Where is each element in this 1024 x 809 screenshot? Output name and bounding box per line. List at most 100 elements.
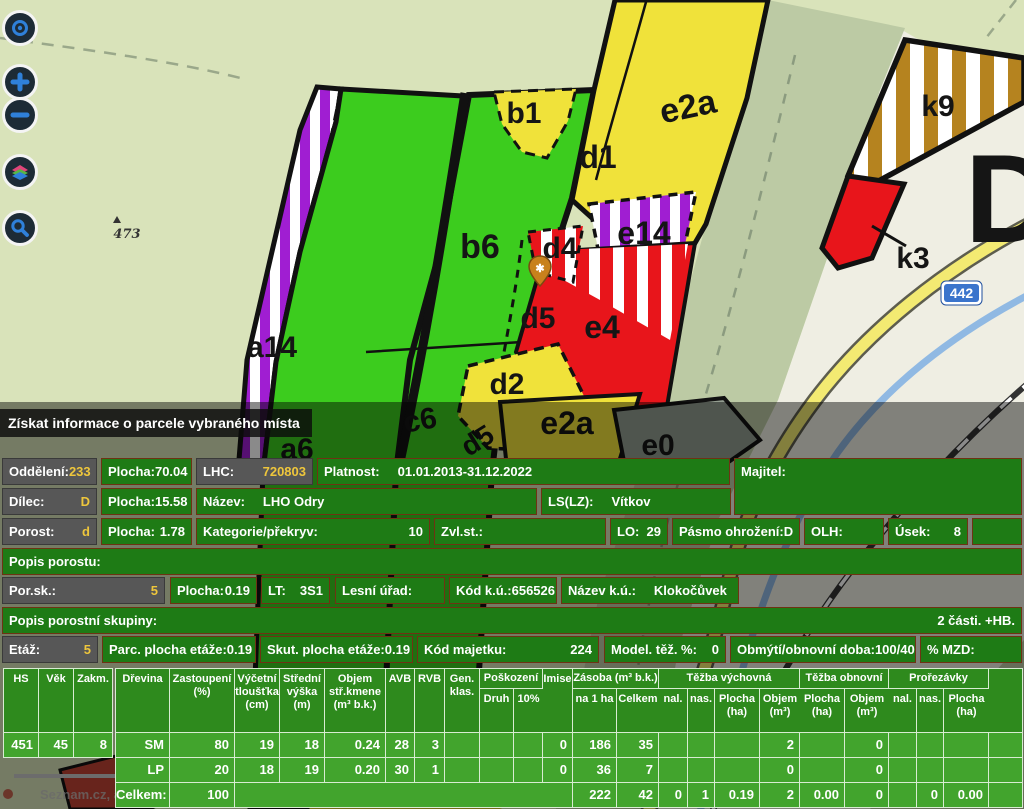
data-cell bbox=[800, 758, 845, 783]
field-porsk: Por.sk.: 5 bbox=[2, 577, 165, 604]
zoom-in-button[interactable] bbox=[2, 64, 38, 100]
data-cell: 0 bbox=[543, 758, 573, 783]
data-cell: 0 bbox=[845, 733, 889, 758]
field-oddeleni: Oddělení: 233 bbox=[2, 458, 97, 485]
info-tooltip: Získat informace o parcele vybraného mís… bbox=[0, 409, 312, 437]
column-header: Věk bbox=[39, 669, 74, 733]
field-filler bbox=[972, 518, 1022, 545]
field-platnost: Platnost: 01.01.2013-31.12.2022 bbox=[317, 458, 730, 485]
data-cell: 80 bbox=[170, 733, 235, 758]
field-lhc: LHC: 720803 bbox=[196, 458, 313, 485]
field-porost: Porost: d bbox=[2, 518, 97, 545]
column-subheader: na 1 ha bbox=[573, 689, 617, 732]
data-cell: 8 bbox=[74, 733, 113, 758]
field-obmyti: Obmýtí/obnovní doba: 100/40 bbox=[730, 636, 916, 663]
field-nazev-ku: Název k.ú.: Klokočůvek bbox=[561, 577, 739, 604]
column-subheader: Objem (m³) bbox=[845, 689, 889, 732]
field-plocha-porost: Plocha: 1.78 bbox=[101, 518, 192, 545]
column-header: HS bbox=[4, 669, 39, 733]
data-cell bbox=[989, 733, 1023, 758]
field-kod-ku: Kód k.ú.: 656526 bbox=[449, 577, 557, 604]
footer-cell bbox=[989, 783, 1023, 808]
column-group: PoškozeníDruh10% bbox=[480, 669, 543, 733]
search-button[interactable] bbox=[2, 210, 38, 246]
data-cell: 28 bbox=[386, 733, 415, 758]
field-plocha-dilec: Plocha: 15.58 bbox=[101, 488, 192, 515]
group-header: Těžba výchovná bbox=[659, 669, 799, 689]
column-header: AVB bbox=[386, 669, 415, 733]
field-etaz: Etáž: 5 bbox=[2, 636, 98, 663]
footer-cell: Celkem: bbox=[116, 783, 170, 808]
data-cell bbox=[480, 758, 514, 783]
column-header: Dřevina bbox=[116, 669, 170, 733]
data-cell: 7 bbox=[617, 758, 659, 783]
field-lesni-urad: Lesní úřad: bbox=[335, 577, 445, 604]
column-group: Těžba výchovnánal.nas.Plocha (ha)Objem (… bbox=[659, 669, 800, 733]
column-header: Gen. klas. bbox=[445, 669, 480, 733]
data-cell bbox=[659, 733, 688, 758]
column-header: Zastoupení (%) bbox=[170, 669, 235, 733]
field-plocha-oddeleni: Plocha: 70.04 bbox=[101, 458, 192, 485]
data-cell: 45 bbox=[39, 733, 74, 758]
column-header: Zakm. bbox=[74, 669, 113, 733]
column-subheader: nal. bbox=[659, 689, 688, 732]
column-header bbox=[989, 669, 1023, 733]
field-skut-plocha: Skut. plocha etáže: 0.19 bbox=[260, 636, 413, 663]
data-cell: 18 bbox=[235, 758, 280, 783]
data-cell: 35 bbox=[617, 733, 659, 758]
column-group: Zásoba (m³ b.k.)na 1 haCelkem bbox=[573, 669, 659, 733]
data-cell: 1 bbox=[415, 758, 445, 783]
field-lt: LT: 3S1 bbox=[261, 577, 330, 604]
species-row: LP2018190.20301036700 bbox=[116, 758, 1023, 783]
field-parc-plocha: Parc. plocha etáže: 0.19 bbox=[102, 636, 256, 663]
field-popis-skupiny: Popis porostní skupiny: 2 části. +HB. bbox=[2, 607, 1022, 634]
field-dilec: Dílec: D bbox=[2, 488, 97, 515]
data-cell bbox=[480, 733, 514, 758]
data-cell bbox=[917, 758, 944, 783]
data-cell bbox=[514, 733, 543, 758]
stand-summary-table: HSVěkZakm.451458 bbox=[3, 668, 113, 758]
species-detail-table: DřevinaZastoupení (%)Výčetní tloušťka (c… bbox=[115, 668, 1023, 808]
locate-button[interactable] bbox=[2, 10, 38, 46]
data-cell: 20 bbox=[170, 758, 235, 783]
field-pasmo: Pásmo ohrožení: D bbox=[672, 518, 800, 545]
layers-icon bbox=[9, 161, 31, 183]
data-cell: 19 bbox=[280, 758, 325, 783]
data-cell bbox=[944, 733, 989, 758]
footer-cell: 2 bbox=[760, 783, 800, 808]
column-header: Výčetní tloušťka (cm) bbox=[235, 669, 280, 733]
footer-cell bbox=[235, 783, 573, 808]
data-cell: 2 bbox=[760, 733, 800, 758]
column-subheader: nas. bbox=[688, 689, 715, 732]
field-model-tez: Model. těž. %: 0 bbox=[604, 636, 726, 663]
locate-icon bbox=[9, 17, 31, 39]
data-cell bbox=[445, 758, 480, 783]
column-header: Imise bbox=[543, 669, 573, 733]
data-cell bbox=[715, 758, 760, 783]
totals-row: Celkem:10022242010.1920.00000.00 bbox=[116, 783, 1023, 808]
data-cell: SM bbox=[116, 733, 170, 758]
field-popis-porostu: Popis porostu: bbox=[2, 548, 1022, 575]
data-cell: 0 bbox=[845, 758, 889, 783]
column-group: Prořezávkynal.nas.Plocha (ha) bbox=[889, 669, 989, 733]
column-subheader: Plocha (ha) bbox=[800, 689, 845, 732]
column-subheader: nal. bbox=[889, 689, 917, 732]
footer-cell: 0 bbox=[845, 783, 889, 808]
field-mzd: % MZD: bbox=[920, 636, 1022, 663]
field-nazev: Název: LHO Odry bbox=[196, 488, 537, 515]
zoom-in-icon bbox=[9, 71, 31, 93]
field-usek: Úsek: 8 bbox=[888, 518, 968, 545]
column-subheader: Celkem bbox=[617, 689, 659, 732]
footer-cell: 100 bbox=[170, 783, 235, 808]
zoom-out-button[interactable] bbox=[2, 97, 38, 133]
footer-cell: 0.00 bbox=[944, 783, 989, 808]
field-zvlst: Zvl.st.: bbox=[434, 518, 606, 545]
group-header: Prořezávky bbox=[889, 669, 988, 689]
footer-cell: 1 bbox=[688, 783, 715, 808]
column-subheader: Druh bbox=[480, 689, 514, 732]
layers-button[interactable] bbox=[2, 154, 38, 190]
column-header: Střední výška (m) bbox=[280, 669, 325, 733]
data-cell bbox=[715, 733, 760, 758]
field-majitel: Majitel: bbox=[734, 458, 1022, 515]
footer-cell bbox=[889, 783, 917, 808]
